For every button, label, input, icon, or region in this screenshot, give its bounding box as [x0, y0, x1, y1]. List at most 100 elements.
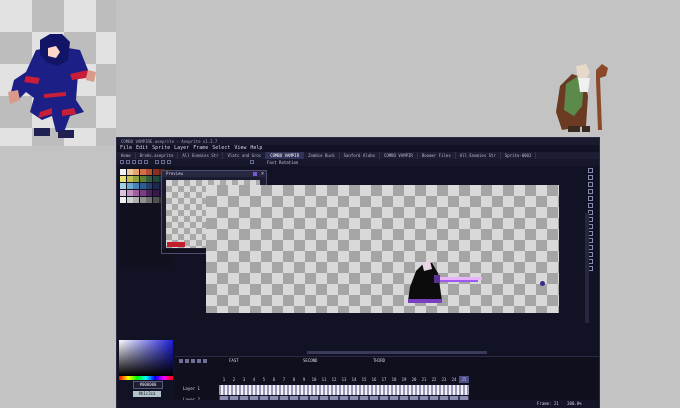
palette-swatch[interactable]	[146, 176, 152, 182]
opacity-icon[interactable]	[167, 160, 171, 164]
symmetry-icon[interactable]	[250, 160, 254, 164]
palette-swatch[interactable]	[126, 197, 133, 203]
menu-edit[interactable]: Edit	[136, 145, 148, 152]
pencil-icon[interactable]	[588, 175, 593, 180]
timeline-last-icon[interactable]	[197, 359, 201, 363]
frame-number[interactable]: 13	[339, 376, 349, 383]
play-icon[interactable]	[120, 160, 124, 164]
palette-swatch[interactable]	[139, 190, 146, 196]
frame-number[interactable]: 21	[419, 376, 429, 383]
frame-number[interactable]: 15	[359, 376, 369, 383]
frame-number[interactable]: 24	[449, 376, 459, 383]
last-frame-icon[interactable]	[144, 160, 148, 164]
frame-number[interactable]: 3	[239, 376, 249, 383]
menu-frame[interactable]: Frame	[193, 145, 208, 152]
frame-number[interactable]: 17	[379, 376, 389, 383]
timeline-next-icon[interactable]	[191, 359, 195, 363]
palette-swatch[interactable]	[152, 169, 159, 175]
frame-number[interactable]: 10	[309, 376, 319, 383]
palette-swatch[interactable]	[120, 183, 126, 189]
tag-third[interactable]: THIRD	[373, 358, 385, 364]
palette-swatch[interactable]	[152, 190, 159, 196]
timeline-prev-icon[interactable]	[185, 359, 189, 363]
frame-number[interactable]: 23	[439, 376, 449, 383]
prev-frame-icon[interactable]	[132, 160, 136, 164]
palette-swatch[interactable]	[139, 197, 146, 203]
palette-swatch[interactable]	[126, 183, 133, 189]
status-zoom[interactable]: 200.0%	[567, 401, 581, 406]
pixel-perfect-icon[interactable]	[155, 160, 159, 164]
status-frame-value[interactable]: 21	[554, 401, 559, 406]
tab-6[interactable]: Sanford Alaho	[340, 152, 380, 159]
tab-1[interactable]: BroAs.aseprite	[136, 152, 179, 159]
tab-0[interactable]: Home	[117, 152, 136, 159]
frame-number[interactable]: 14	[349, 376, 359, 383]
frame-number[interactable]: 6	[269, 376, 279, 383]
marquee-icon[interactable]	[588, 168, 593, 173]
timeline-play-icon[interactable]	[179, 359, 183, 363]
palette-swatch[interactable]	[126, 169, 133, 175]
horizontal-scrollbar[interactable]	[307, 351, 487, 354]
tag-fast[interactable]: FAST	[229, 358, 239, 364]
palette-swatch[interactable]	[152, 197, 159, 203]
palette-swatch[interactable]	[139, 169, 146, 175]
tab-7[interactable]: COMBO VAMPIR	[380, 152, 418, 159]
palette-swatch[interactable]	[146, 169, 152, 175]
preview-menu-icon[interactable]	[253, 172, 257, 176]
frame-number[interactable]: 9	[299, 376, 309, 383]
frame-number[interactable]: 4	[249, 376, 259, 383]
frame-number[interactable]: 20	[409, 376, 419, 383]
palette-swatch[interactable]	[126, 190, 133, 196]
frame-number[interactable]: 5	[259, 376, 269, 383]
zoom-icon[interactable]	[588, 196, 593, 201]
tab-10[interactable]: Sprite-0002	[501, 152, 537, 159]
first-frame-icon[interactable]	[126, 160, 130, 164]
menu-help[interactable]: Help	[250, 145, 262, 152]
frame-number[interactable]: 12	[329, 376, 339, 383]
sprite-canvas[interactable]	[206, 185, 559, 313]
palette-swatch[interactable]	[146, 197, 152, 203]
palette-swatch[interactable]	[120, 197, 126, 203]
palette-swatch[interactable]	[139, 183, 146, 189]
tab-5[interactable]: Zombie Buck	[304, 152, 340, 159]
palette-swatch[interactable]	[120, 176, 126, 182]
palette-swatch[interactable]	[146, 190, 152, 196]
frame-number[interactable]: 1	[219, 376, 229, 383]
foreground-color-box[interactable]: #000000	[133, 381, 163, 389]
frame-number[interactable]: 22	[429, 376, 439, 383]
palette-swatch[interactable]	[152, 183, 159, 189]
next-frame-icon[interactable]	[138, 160, 142, 164]
eraser-icon[interactable]	[588, 182, 593, 187]
frame-number[interactable]: 16	[369, 376, 379, 383]
frame-number[interactable]: 25	[459, 376, 469, 383]
hue-slider[interactable]	[119, 376, 173, 380]
palette-swatch[interactable]	[146, 183, 152, 189]
palette-swatch[interactable]	[133, 169, 139, 175]
menu-select[interactable]: Select	[212, 145, 230, 152]
timeline-loop-icon[interactable]	[203, 359, 207, 363]
palette-swatch[interactable]	[133, 183, 139, 189]
vertical-scrollbar[interactable]	[585, 213, 589, 323]
menu-file[interactable]: File	[120, 145, 132, 152]
frame-number[interactable]: 8	[289, 376, 299, 383]
menu-view[interactable]: View	[234, 145, 246, 152]
aseprite-window[interactable]: COMBO VAMPIRE.aseprite - Aseprite v1.2.7…	[116, 137, 600, 408]
frame-number[interactable]: 7	[279, 376, 289, 383]
palette-swatch[interactable]	[120, 190, 126, 196]
eyedropper-icon[interactable]	[588, 189, 593, 194]
palette-swatch[interactable]	[133, 197, 139, 203]
move-icon[interactable]	[588, 203, 593, 208]
frame-number[interactable]: 11	[319, 376, 329, 383]
palette-swatch[interactable]	[139, 176, 146, 182]
tab-3[interactable]: Vlatc and Groc	[223, 152, 267, 159]
frame-number[interactable]: 2	[229, 376, 239, 383]
tab-8[interactable]: Boomer Files	[418, 152, 456, 159]
tag-second[interactable]: SECOND	[303, 358, 317, 364]
tab-4[interactable]: COMBO VAMPIR	[266, 152, 305, 159]
background-color-box[interactable]: #b1c3ca	[133, 391, 161, 397]
preview-close-icon[interactable]: ×	[261, 171, 264, 177]
menu-layer[interactable]: Layer	[174, 145, 189, 152]
frame-number[interactable]: 18	[389, 376, 399, 383]
palette-swatch[interactable]	[133, 176, 139, 182]
palette-swatch[interactable]	[126, 176, 133, 182]
